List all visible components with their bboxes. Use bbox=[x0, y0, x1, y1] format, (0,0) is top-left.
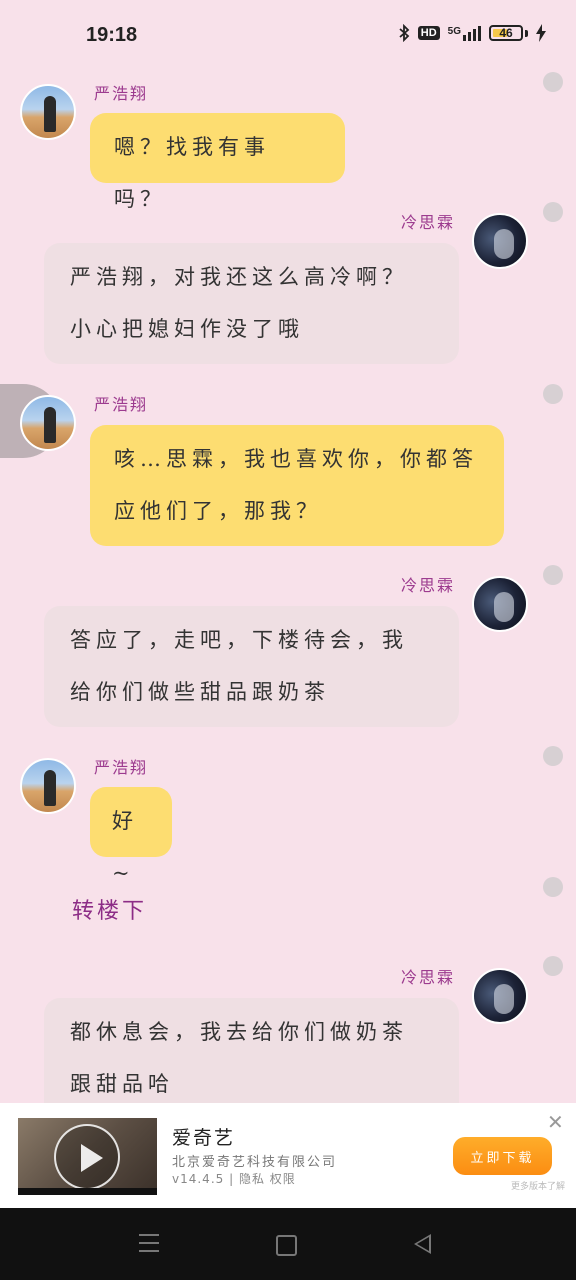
download-button[interactable]: 立即下载 bbox=[453, 1137, 552, 1175]
ad-tag: 更多版本了解 bbox=[511, 1182, 566, 1192]
signal-icon: 5G bbox=[447, 25, 481, 41]
avatar[interactable] bbox=[20, 84, 76, 140]
hd-badge: HD bbox=[417, 26, 440, 40]
ad-company: 北京爱奇艺科技有限公司 bbox=[172, 1155, 338, 1170]
menu-icon[interactable] bbox=[139, 1234, 159, 1252]
narration-text[interactable]: 转楼下 bbox=[72, 893, 147, 925]
status-icons: HD 5G 46 bbox=[398, 24, 546, 42]
message-select-dot[interactable] bbox=[543, 384, 563, 404]
avatar[interactable] bbox=[20, 758, 76, 814]
chat-bubble[interactable]: 严浩翔，对我还这么高冷啊？小心把媳妇作没了哦 bbox=[44, 243, 459, 364]
bluetooth-icon bbox=[399, 24, 410, 42]
play-icon[interactable] bbox=[54, 1124, 120, 1190]
message-select-dot[interactable] bbox=[543, 956, 563, 976]
speaker-name: 冷思霖 bbox=[401, 213, 456, 232]
avatar[interactable] bbox=[472, 213, 528, 269]
ad-banner[interactable]: 爱奇艺 北京爱奇艺科技有限公司 v14.4.5 | 隐私 权限 立即下载 ✕ 更… bbox=[0, 1103, 576, 1208]
speaker-name: 严浩翔 bbox=[94, 84, 149, 103]
speaker-name: 冷思霖 bbox=[401, 576, 456, 595]
speaker-name: 冷思霖 bbox=[401, 968, 456, 987]
chat-bubble[interactable]: 都休息会，我去给你们做奶茶跟甜品哈 bbox=[44, 998, 459, 1119]
speaker-name: 严浩翔 bbox=[94, 758, 149, 777]
charging-icon bbox=[536, 24, 546, 42]
ad-meta[interactable]: v14.4.5 | 隐私 权限 bbox=[172, 1170, 296, 1187]
home-icon[interactable] bbox=[276, 1235, 297, 1256]
chat-bubble[interactable]: 好~ bbox=[90, 787, 172, 885]
message-select-dot[interactable] bbox=[543, 565, 563, 585]
ad-video-thumbnail[interactable] bbox=[18, 1118, 157, 1195]
status-bar: 19:18 HD 5G 46 bbox=[0, 0, 576, 72]
avatar[interactable] bbox=[472, 968, 528, 1024]
status-time: 19:18 bbox=[86, 24, 138, 46]
speaker-name: 严浩翔 bbox=[94, 395, 149, 414]
battery-icon: 46 bbox=[489, 25, 523, 41]
network-label: 5G bbox=[447, 25, 461, 37]
chat-bubble[interactable]: 咳…思霖，我也喜欢你，你都答应他们了，那我？ bbox=[90, 425, 504, 546]
close-icon[interactable]: ✕ bbox=[547, 1112, 564, 1132]
message-select-dot[interactable] bbox=[543, 72, 563, 92]
avatar[interactable] bbox=[20, 395, 76, 451]
message-select-dot[interactable] bbox=[543, 877, 563, 897]
ad-app-title: 爱奇艺 bbox=[172, 1127, 236, 1149]
chat-bubble[interactable]: 嗯？找我有事吗？ bbox=[90, 113, 345, 211]
avatar[interactable] bbox=[472, 576, 528, 632]
battery-level: 46 bbox=[499, 26, 513, 40]
chat-bubble[interactable]: 答应了，走吧，下楼待会，我给你们做些甜品跟奶茶 bbox=[44, 606, 459, 727]
back-icon[interactable] bbox=[414, 1234, 431, 1254]
system-nav-bar bbox=[0, 1208, 576, 1280]
message-select-dot[interactable] bbox=[543, 746, 563, 766]
message-select-dot[interactable] bbox=[543, 202, 563, 222]
